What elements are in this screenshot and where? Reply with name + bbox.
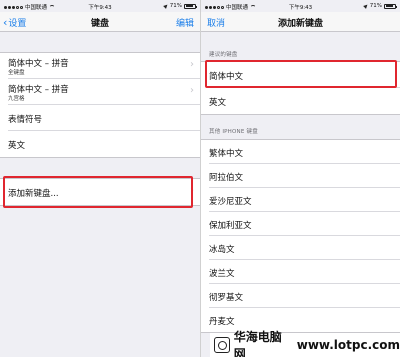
chevron-right-icon: › <box>190 85 194 96</box>
page-title: 添加新键盘 <box>277 19 323 29</box>
edit-button[interactable]: 编辑 <box>176 16 194 29</box>
logo-icon <box>214 337 230 353</box>
other-section-header: 其他 IPHONE 键盘 <box>209 129 258 135</box>
other-keyboard-list: 繁体中文 阿拉伯文 爱沙尼亚文 保加利亚文 冰岛文 波兰文 彻罗基文 丹麦文 <box>201 139 400 333</box>
battery-percent: 71% <box>369 3 382 9</box>
navigation-bar: ‹ 设置 键盘 编辑 <box>0 12 200 32</box>
highlight-box <box>205 60 397 88</box>
keyboard-option-label: 波兰文 <box>209 269 235 279</box>
keyboard-item-pinyin-full[interactable]: 简体中文 – 拼音 全键盘 › <box>8 53 200 79</box>
battery-icon <box>384 3 397 9</box>
keyboard-option-english[interactable]: 英文 <box>209 88 400 114</box>
keyboard-option[interactable]: 波兰文 <box>209 260 400 284</box>
keyboards-screen: 中国联通 下午9:43 71% ‹ 设置 键盘 编辑 简体中文 – 拼音 全键盘… <box>0 0 200 357</box>
keyboard-option-label: 爱沙尼亚文 <box>209 197 252 207</box>
highlight-box <box>3 176 193 208</box>
location-icon <box>162 3 169 9</box>
keyboard-option[interactable]: 阿拉伯文 <box>209 164 400 188</box>
keyboard-option[interactable]: 爱沙尼亚文 <box>209 188 400 212</box>
keyboard-option-label: 丹麦文 <box>209 317 235 327</box>
keyboard-option[interactable]: 冰岛文 <box>209 236 400 260</box>
keyboard-option[interactable]: 保加利亚文 <box>209 212 400 236</box>
chevron-right-icon: › <box>190 59 194 70</box>
keyboard-option[interactable]: 彻罗基文 <box>209 284 400 308</box>
keyboard-option-label: 繁体中文 <box>209 149 244 159</box>
navigation-bar: 取消 添加新键盘 <box>201 12 400 32</box>
battery-icon <box>184 3 197 9</box>
keyboard-label: 表情符号 <box>8 115 43 125</box>
keyboard-option-label: 保加利亚文 <box>209 221 252 231</box>
page-title: 键盘 <box>90 19 109 29</box>
add-keyboard-screen: 中国联通 下午9:43 71% 取消 添加新键盘 建议的键盘 简体中文 英文 其… <box>200 0 400 357</box>
status-bar: 中国联通 下午9:43 71% <box>0 0 200 12</box>
location-icon <box>362 3 369 9</box>
watermark-brand: 华海电脑网 <box>233 330 282 357</box>
keyboard-sublabel: 九宫格 <box>8 96 25 102</box>
watermark-url: www.lotpc.com <box>296 338 400 352</box>
keyboard-option-label: 彻罗基文 <box>209 293 244 303</box>
keyboard-option-label: 冰岛文 <box>209 245 235 255</box>
suggested-section-header: 建议的键盘 <box>209 52 238 58</box>
keyboard-item-pinyin-9key[interactable]: 简体中文 – 拼音 九宫格 › <box>8 79 200 105</box>
keyboard-item-emoji[interactable]: 表情符号 <box>8 105 200 131</box>
keyboard-option[interactable]: 繁体中文 <box>209 140 400 164</box>
keyboard-sublabel: 全键盘 <box>8 70 25 76</box>
keyboard-list: 简体中文 – 拼音 全键盘 › 简体中文 – 拼音 九宫格 › 表情符号 英文 <box>0 52 200 158</box>
keyboard-option-label: 阿拉伯文 <box>209 173 244 183</box>
battery-percent: 71% <box>169 3 182 9</box>
keyboard-label: 英文 <box>8 141 26 151</box>
status-bar: 中国联通 下午9:43 71% <box>201 0 400 12</box>
keyboard-item-english[interactable]: 英文 <box>8 131 200 157</box>
watermark: 华海电脑网 www.lotpc.com <box>210 330 400 357</box>
keyboard-option-label: 英文 <box>209 98 227 108</box>
